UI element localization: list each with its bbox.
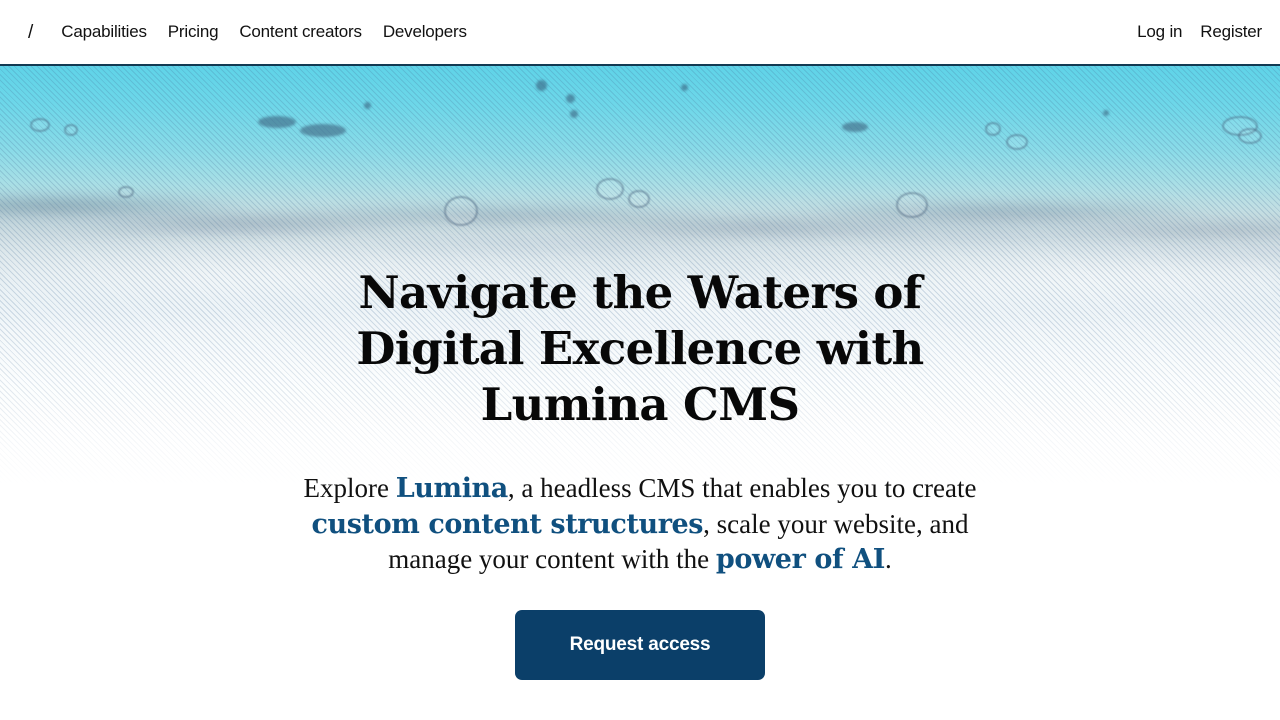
subtitle-text-part-4: . xyxy=(885,544,892,574)
nav-left-group: / Capabilities Pricing Content creators … xyxy=(0,19,467,46)
login-link[interactable]: Log in xyxy=(1137,22,1182,42)
nav-item-capabilities[interactable]: Capabilities xyxy=(61,22,147,42)
top-navigation-bar: / Capabilities Pricing Content creators … xyxy=(0,0,1280,66)
subtitle-highlight-lumina: Lumina xyxy=(395,473,509,504)
page-title: Navigate the Waters of Digital Excellenc… xyxy=(356,266,924,431)
subtitle-highlight-power-of-ai: power of AI xyxy=(715,544,886,575)
subtitle-text-part-2: , a headless CMS that enables you to cre… xyxy=(507,473,977,503)
register-link[interactable]: Register xyxy=(1200,22,1262,42)
nav-item-content-creators[interactable]: Content creators xyxy=(239,22,362,42)
nav-auth-group: Log in Register xyxy=(1119,22,1280,42)
hero-content: Navigate the Waters of Digital Excellenc… xyxy=(0,66,1280,720)
cta-wrapper: Request access xyxy=(515,609,765,680)
slash-logo-icon[interactable]: / xyxy=(22,19,39,46)
hero-subtitle: Explore Lumina, a headless CMS that enab… xyxy=(280,471,1000,578)
primary-nav-links: Capabilities Pricing Content creators De… xyxy=(61,22,467,42)
subtitle-highlight-custom-content-structures: custom content structures xyxy=(311,508,704,540)
subtitle-text-part-1: Explore xyxy=(303,473,396,503)
hero-section: Navigate the Waters of Digital Excellenc… xyxy=(0,66,1280,720)
nav-item-pricing[interactable]: Pricing xyxy=(168,22,219,42)
request-access-button[interactable]: Request access xyxy=(515,609,765,680)
landing-page: / Capabilities Pricing Content creators … xyxy=(0,0,1280,720)
nav-item-developers[interactable]: Developers xyxy=(383,22,467,42)
